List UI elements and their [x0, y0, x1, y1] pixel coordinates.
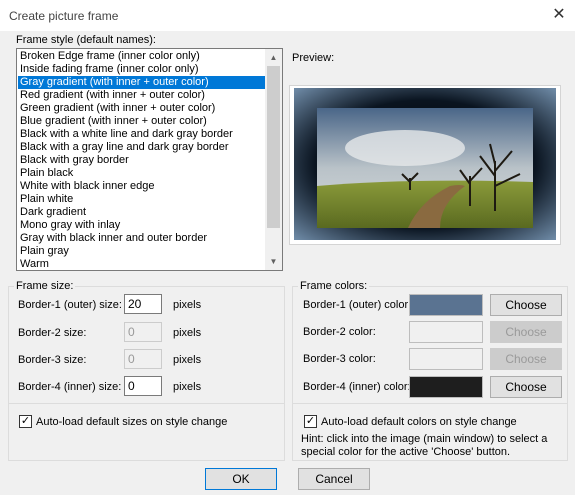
scroll-thumb[interactable] [267, 66, 280, 228]
frame-style-item[interactable]: Plain gray [18, 245, 265, 258]
scroll-up-icon[interactable]: ▲ [265, 49, 282, 66]
pixels-unit-label: pixels [173, 327, 202, 339]
border-size-input: 0 [124, 322, 162, 342]
scroll-down-icon[interactable]: ▼ [265, 253, 282, 270]
preview-label: Preview: [292, 52, 335, 64]
pixels-unit-label: pixels [173, 354, 202, 366]
window-title: Create picture frame [9, 9, 119, 23]
autoload-sizes-label: Auto-load default sizes on style change [36, 416, 228, 428]
frame-style-item[interactable]: Broken Edge frame (inner color only) [18, 50, 265, 63]
border-size-input[interactable]: 20 [124, 294, 162, 314]
frame-style-item[interactable]: Inside fading frame (inner color only) [18, 63, 265, 76]
preview-panel [289, 85, 561, 245]
close-icon[interactable]: ✕ [548, 4, 570, 26]
frame-style-item[interactable]: Gray gradient (with inner + outer color) [18, 76, 265, 89]
border-color-swatch [409, 294, 483, 316]
choose-color-button: Choose [490, 321, 562, 343]
frame-style-item[interactable]: Dark gradient [18, 206, 265, 219]
frame-style-item[interactable]: White with black inner edge [18, 180, 265, 193]
list-scrollbar[interactable]: ▲ ▼ [265, 49, 282, 270]
frame-style-item[interactable]: Plain white [18, 193, 265, 206]
autoload-colors-checkbox[interactable]: ✓ [304, 415, 317, 428]
ok-button[interactable]: OK [205, 468, 277, 490]
border-color-label: Border-1 (outer) color: [303, 299, 412, 311]
preview-image [290, 86, 560, 244]
frame-style-item[interactable]: Mono gray with inlay [18, 219, 265, 232]
frame-style-item[interactable]: Plain black [18, 167, 265, 180]
border-color-swatch [409, 376, 483, 398]
autoload-colors-label: Auto-load default colors on style change [321, 416, 517, 428]
border-color-swatch [409, 321, 483, 343]
border-color-swatch [409, 348, 483, 370]
border-size-label: Border-3 size: [18, 354, 87, 366]
border-size-input[interactable]: 0 [124, 376, 162, 396]
frame-style-listbox[interactable]: Broken Edge frame (inner color only) Insi… [16, 48, 283, 271]
frame-style-item[interactable]: Blue gradient (with inner + outer color) [18, 115, 265, 128]
pixels-unit-label: pixels [173, 381, 202, 393]
border-size-label: Border-2 size: [18, 327, 87, 339]
frame-style-item[interactable]: Black with a white line and dark gray bo… [18, 128, 265, 141]
choose-color-button: Choose [490, 348, 562, 370]
cancel-button[interactable]: Cancel [298, 468, 370, 490]
border-size-input: 0 [124, 349, 162, 369]
choose-color-button[interactable]: Choose [490, 294, 562, 316]
pixels-unit-label: pixels [173, 299, 202, 311]
choose-color-button[interactable]: Choose [490, 376, 562, 398]
frame-colors-divider [292, 403, 568, 404]
border-color-label: Border-2 color: [303, 326, 376, 338]
border-color-label: Border-4 (inner) color: [303, 381, 411, 393]
frame-style-item[interactable]: Black with a gray line and dark gray bor… [18, 141, 265, 154]
frame-size-divider [8, 403, 285, 404]
frame-style-item[interactable]: Red gradient (with inner + outer color) [18, 89, 265, 102]
frame-style-item[interactable]: Green gradient (with inner + outer color… [18, 102, 265, 115]
frame-colors-label: Frame colors: [298, 280, 370, 292]
border-color-label: Border-3 color: [303, 353, 376, 365]
border-size-label: Border-1 (outer) size: [18, 299, 122, 311]
frame-style-item[interactable]: Gray with black inner and outer border [18, 232, 265, 245]
frame-style-item[interactable]: Black with gray border [18, 154, 265, 167]
frame-size-label: Frame size: [14, 280, 76, 292]
frame-style-label: Frame style (default names): [16, 34, 156, 46]
frame-style-item[interactable]: Warm [18, 258, 265, 270]
border-size-label: Border-4 (inner) size: [18, 381, 122, 393]
hint-text: Hint: click into the image (main window)… [301, 433, 548, 458]
autoload-sizes-checkbox[interactable]: ✓ [19, 415, 32, 428]
